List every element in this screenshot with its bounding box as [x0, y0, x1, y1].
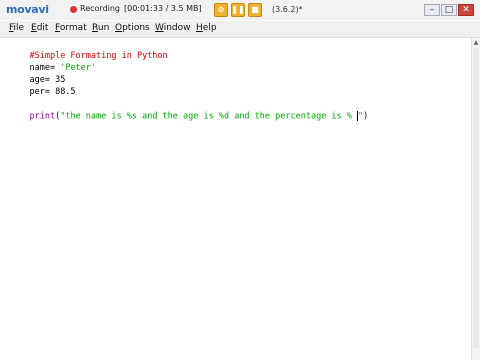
code-print-string: "the name is %s and the age is %d and th…: [60, 111, 358, 122]
close-icon: ✕: [462, 4, 470, 15]
close-button[interactable]: ✕: [458, 4, 474, 16]
recorder-stop-button[interactable]: ■: [248, 3, 262, 17]
code-name-value: 'Peter': [60, 63, 97, 73]
code-line-1: #Simple Formating in Python: [9, 40, 167, 61]
recording-status: [00:01:33 / 3.5 MB]: [124, 4, 202, 13]
movavi-logo: movavi: [6, 3, 49, 16]
code-print-close: ): [363, 111, 369, 122]
recording-indicator-icon: [70, 6, 77, 13]
menu-window[interactable]: Window: [155, 23, 191, 33]
menu-bar: File Edit Format Run Options Window Help: [0, 21, 480, 38]
code-line-4: per= 88.5: [9, 76, 75, 97]
stop-icon: ■: [251, 5, 259, 14]
cancel-icon: ⊘: [217, 5, 225, 14]
minimize-icon: –: [429, 4, 435, 15]
scroll-thumb[interactable]: [473, 48, 479, 348]
menu-file[interactable]: File: [9, 23, 24, 33]
recorder-cancel-button[interactable]: ⊘: [214, 3, 228, 17]
minimize-button[interactable]: –: [424, 4, 440, 16]
pause-icon: ❚❚: [231, 5, 245, 14]
maximize-icon: □: [444, 4, 454, 15]
code-line-3: age= 35: [9, 64, 65, 85]
maximize-button[interactable]: □: [441, 4, 457, 16]
code-line-6: print("the name is %s and the age is %d …: [9, 100, 368, 122]
recorder-pause-button[interactable]: ❚❚: [231, 3, 245, 17]
code-per-line: per= 88.5: [29, 87, 76, 97]
menu-options[interactable]: Options: [115, 23, 150, 33]
scroll-up-icon[interactable]: ▲: [472, 38, 480, 47]
menu-format[interactable]: Format: [55, 23, 87, 33]
menu-edit[interactable]: Edit: [31, 23, 48, 33]
code-line-2: name= 'Peter': [9, 52, 96, 73]
code-print-keyword: print: [29, 111, 56, 122]
menu-help[interactable]: Help: [196, 23, 217, 33]
vertical-scrollbar[interactable]: ▲: [471, 38, 480, 360]
title-bar: movavi Recording [00:01:33 / 3.5 MB] ⊘ ❚…: [0, 0, 480, 20]
recording-label: Recording: [80, 4, 121, 13]
menu-run[interactable]: Run: [92, 23, 109, 33]
window-title: (3.6.2)*: [272, 5, 303, 14]
code-editor[interactable]: #Simple Formating in Python name= 'Peter…: [0, 38, 471, 360]
